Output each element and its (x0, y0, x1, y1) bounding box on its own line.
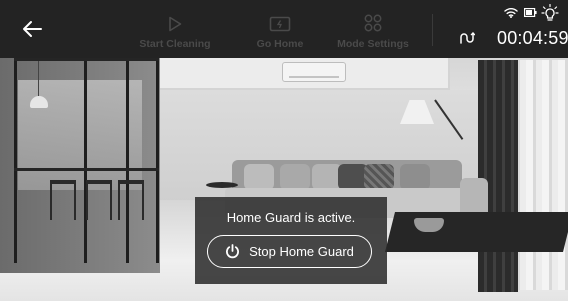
coffee-table (385, 212, 568, 252)
charging-dock-icon (269, 16, 291, 32)
go-home-button[interactable]: Go Home (234, 8, 326, 54)
app-frame: Start Cleaning Go Home Mode Settings 00:… (0, 0, 568, 301)
switch-camera-button[interactable] (458, 28, 476, 48)
toolbar-divider (432, 14, 433, 46)
pendant-cord (38, 58, 39, 96)
pendant-lamp (30, 96, 48, 108)
sofa-pillow (280, 164, 310, 190)
sofa-pillow (244, 164, 274, 190)
play-outline-icon (169, 16, 182, 32)
light-bulb-icon (541, 4, 559, 21)
stop-home-guard-label: Stop Home Guard (249, 244, 354, 259)
home-guard-status: Home Guard is active. (226, 210, 356, 225)
arrow-left-icon (23, 21, 42, 37)
go-home-label: Go Home (256, 38, 304, 50)
bar-stool (118, 180, 144, 220)
bar-stool (86, 180, 112, 220)
power-icon (226, 244, 240, 259)
top-toolbar: Start Cleaning Go Home Mode Settings 00:… (0, 0, 568, 58)
mode-settings-button[interactable]: Mode Settings (327, 8, 419, 54)
mode-settings-label: Mode Settings (337, 38, 409, 50)
battery-icon (524, 8, 537, 17)
partition-frame (156, 58, 159, 263)
air-conditioner (282, 62, 346, 82)
status-bar (498, 4, 566, 22)
home-guard-card: Home Guard is active. Stop Home Guard (195, 197, 387, 284)
four-circles-icon (364, 14, 382, 32)
partition-frame (14, 58, 17, 263)
partition-frame (84, 58, 87, 263)
stop-home-guard-button[interactable]: Stop Home Guard (207, 235, 372, 268)
partition-frame (14, 58, 159, 61)
wifi-icon (504, 8, 518, 18)
bar-stool (50, 180, 76, 220)
start-cleaning-label: Start Cleaning (139, 38, 211, 50)
partition-frame (126, 58, 129, 263)
sofa-pillow (364, 164, 394, 190)
partition-frame (14, 168, 159, 171)
back-button[interactable] (14, 12, 50, 46)
switch-camera-icon (460, 32, 475, 44)
start-cleaning-button[interactable]: Start Cleaning (129, 8, 221, 54)
recording-timer: 00:04:59 (497, 28, 568, 48)
dark-curtain (478, 60, 518, 292)
side-table (206, 182, 238, 188)
sofa-pillow (400, 164, 430, 190)
